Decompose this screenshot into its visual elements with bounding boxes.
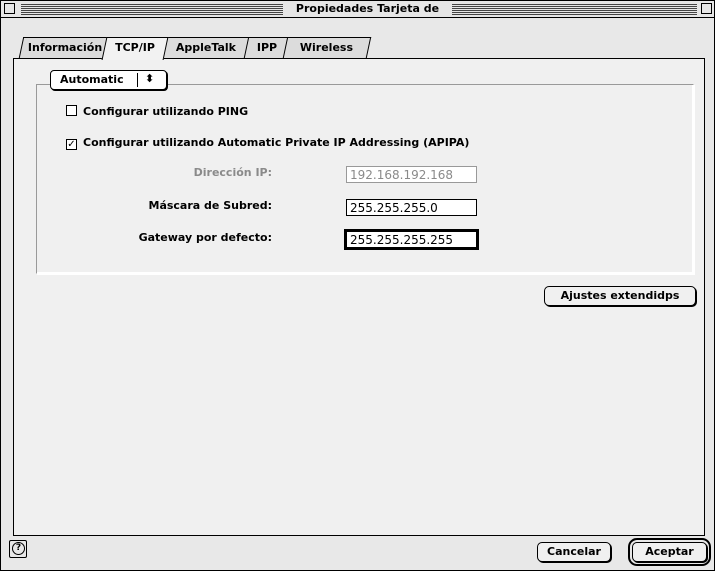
title-bar[interactable]: Propiedades Tarjeta de Red bbox=[1, 1, 714, 31]
apipa-checkbox[interactable]: ✓ bbox=[66, 139, 77, 150]
title-stripes-left bbox=[21, 4, 283, 15]
ip-address-field: 192.168.192.168 bbox=[346, 166, 477, 183]
ping-checkbox[interactable] bbox=[66, 105, 77, 116]
accept-button[interactable]: Aceptar bbox=[628, 538, 711, 566]
window-content: Información TCP/IP AppleTalk IPP Wireles… bbox=[1, 18, 714, 570]
apipa-option[interactable]: ✓ Configurar utilizando Automatic Private… bbox=[66, 136, 469, 150]
ip-address-label: Dirección IP: bbox=[193, 166, 272, 179]
popup-separator bbox=[137, 73, 138, 87]
tab-tcpip[interactable]: TCP/IP bbox=[101, 37, 169, 60]
properties-window: Propiedades Tarjeta de Red Información T… bbox=[0, 0, 715, 571]
tcpip-panel: Automatic ⬍ Configurar utilizando PING ✓… bbox=[13, 58, 705, 536]
help-button[interactable]: ? bbox=[9, 540, 27, 558]
gateway-field[interactable]: 255.255.255.255 bbox=[344, 229, 479, 250]
tab-appletalk[interactable]: AppleTalk bbox=[160, 37, 252, 58]
config-method-popup[interactable]: Automatic ⬍ bbox=[50, 70, 167, 90]
updown-arrows-icon: ⬍ bbox=[145, 72, 155, 85]
tab-informacion[interactable]: Información bbox=[18, 37, 112, 58]
gateway-label: Gateway por defecto: bbox=[138, 231, 272, 244]
advanced-settings-button[interactable]: Ajustes extendidps bbox=[544, 286, 696, 306]
apipa-label: Configurar utilizando Automatic Private … bbox=[83, 136, 470, 149]
tab-wireless[interactable]: Wireless bbox=[282, 37, 372, 58]
config-method-value: Automatic bbox=[60, 73, 124, 86]
ping-option[interactable]: Configurar utilizando PING bbox=[66, 105, 248, 118]
zoom-box[interactable] bbox=[701, 3, 712, 14]
window-title: Propiedades Tarjeta de Red bbox=[283, 1, 452, 31]
ping-label: Configurar utilizando PING bbox=[83, 105, 249, 118]
checkmark-icon: ✓ bbox=[67, 139, 76, 150]
cancel-button[interactable]: Cancelar bbox=[537, 542, 611, 562]
subnet-mask-label: Máscara de Subred: bbox=[148, 199, 273, 212]
subnet-mask-field[interactable]: 255.255.255.0 bbox=[346, 199, 477, 216]
title-stripes-right bbox=[452, 4, 697, 15]
help-icon: ? bbox=[12, 542, 25, 555]
close-box[interactable] bbox=[4, 3, 15, 14]
